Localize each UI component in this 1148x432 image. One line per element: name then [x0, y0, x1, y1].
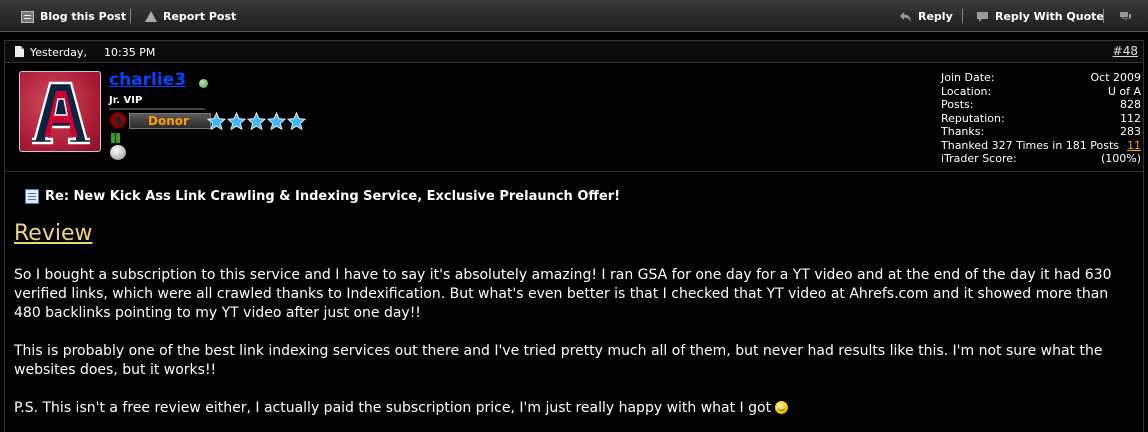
reply-with-quote-button[interactable]: Reply With Quote	[976, 9, 1104, 24]
stat-thanked: Thanked 327 Times in 181 Posts 11	[941, 139, 1141, 153]
post-time: 10:35 PM	[104, 46, 156, 59]
stat-label: iTrader Score:	[941, 152, 1017, 165]
post-title-text: Re: New Kick Ass Link Crawling & Indexin…	[45, 189, 621, 204]
stat-location: Location: U of A	[941, 85, 1141, 99]
multi-quote-icon	[1119, 11, 1132, 23]
stat-reputation: Reputation: 112	[941, 112, 1141, 126]
reputation-icon	[111, 133, 121, 143]
report-post-button[interactable]: Report Post	[145, 9, 236, 24]
avatar[interactable]	[19, 71, 101, 152]
post-paragraph: So I bought a subscription to this servi…	[14, 267, 1112, 321]
rank-star-icon	[247, 112, 266, 131]
stat-posts: Posts: 828	[941, 98, 1141, 112]
toolbar-divider	[1103, 9, 1104, 23]
rank-star-icon	[267, 112, 286, 131]
post-icon	[15, 46, 24, 57]
stat-label: Join Date:	[941, 71, 995, 84]
arizona-logo	[32, 81, 90, 145]
thanked-posts-link[interactable]: 11	[1127, 139, 1141, 153]
user-title: Jr. VIP	[109, 95, 143, 106]
blog-icon	[21, 10, 34, 23]
forum-post: Yesterday, 10:35 PM #48 charlie3 Jr. VIP…	[4, 40, 1144, 432]
reply-icon	[899, 11, 912, 23]
report-label: Report Post	[163, 10, 237, 23]
user-stats: Join Date: Oct 2009 Location: U of A Pos…	[941, 71, 1141, 166]
post-paragraph-text: P.S. This isn't a free review either, I …	[14, 400, 772, 416]
user-info: charlie3 Jr. VIP Donor Join Date: Oct 20…	[5, 64, 1143, 172]
toolbar-divider	[962, 9, 963, 23]
stat-label: Thanks:	[941, 125, 985, 138]
blog-this-post-button[interactable]: Blog this Post	[21, 9, 126, 24]
donor-icon	[109, 112, 127, 129]
stat-thanks: Thanks: 283	[941, 125, 1141, 139]
smiley-icon	[775, 401, 789, 414]
post-number-link[interactable]: #48	[1113, 44, 1138, 58]
stat-label: Posts:	[941, 98, 974, 111]
quote-label: Reply With Quote	[995, 10, 1104, 23]
thanked-text: Thanked 327 Times in 181 Posts	[941, 138, 1120, 152]
post-header: Yesterday, 10:35 PM #48	[5, 41, 1143, 63]
quote-bubble-icon	[976, 11, 989, 23]
stat-itrader: iTrader Score: (100%)	[941, 152, 1141, 166]
donor-label-box: Donor	[129, 113, 211, 129]
username-link[interactable]: charlie3	[109, 70, 186, 90]
post-content: Re: New Kick Ass Link Crawling & Indexin…	[5, 173, 1143, 432]
post-title-icon	[25, 189, 39, 204]
reply-label: Reply	[918, 10, 953, 23]
post-toolbar: Blog this Post Report Post Reply Reply W…	[0, 0, 1148, 32]
warning-icon	[145, 11, 157, 22]
user-rank-stars	[207, 112, 306, 132]
reply-button[interactable]: Reply	[899, 9, 953, 24]
post-title: Re: New Kick Ass Link Crawling & Indexin…	[25, 189, 620, 204]
donor-badge: Donor	[109, 111, 213, 131]
stat-label: Location:	[941, 84, 992, 98]
post-paragraph-last: P.S. This isn't a free review either, I …	[14, 399, 1139, 418]
blog-label: Blog this Post	[40, 10, 127, 23]
stat-value: 112	[1120, 111, 1141, 125]
post-paragraph: This is probably one of the best link in…	[14, 343, 1103, 378]
stat-value: Oct 2009	[1090, 71, 1141, 84]
stat-value: U of A	[1107, 84, 1141, 98]
post-date: Yesterday,	[30, 46, 87, 59]
rank-star-icon	[287, 112, 306, 131]
post-body: So I bought a subscription to this servi…	[14, 266, 1139, 432]
toolbar-divider	[130, 9, 131, 23]
multi-quote-button[interactable]	[1119, 9, 1138, 24]
review-heading: Review	[14, 221, 93, 246]
stat-join-date: Join Date: Oct 2009	[941, 71, 1141, 85]
donor-label: Donor	[148, 114, 189, 128]
online-status-icon	[199, 79, 208, 88]
award-gem-icon	[110, 145, 126, 160]
stat-value: (100%)	[1100, 152, 1141, 165]
rank-star-icon	[207, 112, 226, 131]
stat-value: 828	[1120, 98, 1141, 111]
title-divider	[109, 108, 205, 110]
rank-star-icon	[227, 112, 246, 131]
stat-value: 283	[1120, 125, 1141, 138]
stat-label: Reputation:	[941, 111, 1005, 125]
